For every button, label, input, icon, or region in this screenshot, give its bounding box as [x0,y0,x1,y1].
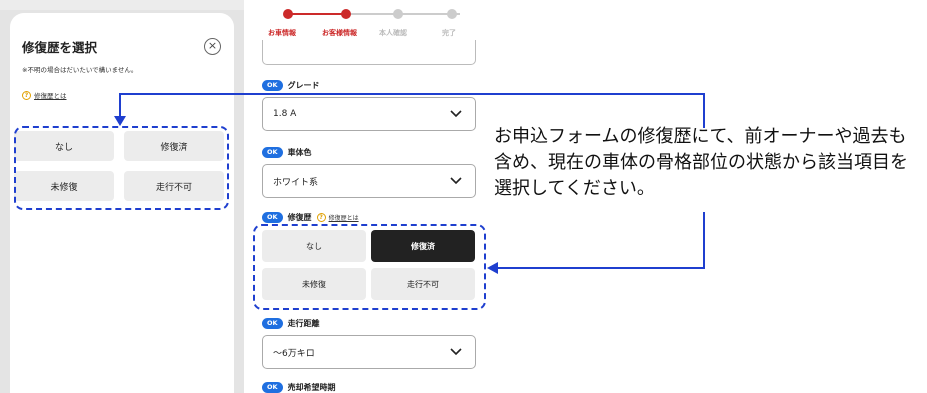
connector-arrow [114,93,705,274]
arrow-head-left [487,262,498,274]
arrow-head-down [114,116,126,126]
